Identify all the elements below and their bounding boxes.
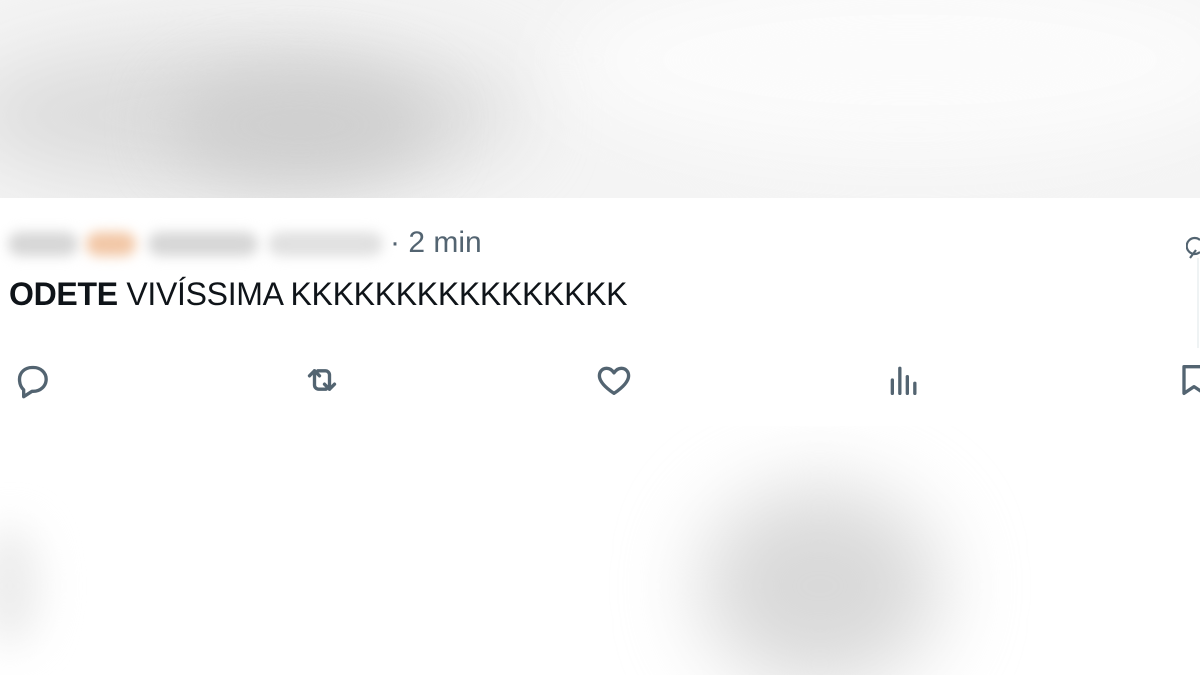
- analytics-icon[interactable]: [882, 358, 926, 402]
- retweet-icon[interactable]: [300, 358, 344, 402]
- tweet-card[interactable]: · 2 min ODETE VIVÍSSIMA KKKKKKKKKKKKKKKK: [0, 198, 1200, 426]
- bookmark-icon[interactable]: [1172, 358, 1200, 402]
- screenshot: · 2 min ODETE VIVÍSSIMA KKKKKKKKKKKKKKKK: [0, 0, 1200, 675]
- heart-icon[interactable]: [592, 358, 636, 402]
- blurred-previous-content: [0, 0, 1200, 198]
- tweet-timestamp[interactable]: · 2 min: [390, 226, 482, 260]
- tweet-header: · 2 min: [8, 218, 482, 268]
- tweet-text-rest: VIVÍSSIMA KKKKKKKKKKKKKKKK: [117, 276, 628, 312]
- divider: [1197, 258, 1199, 348]
- blurred-author-name[interactable]: [8, 226, 386, 260]
- tweet-actions: [0, 358, 1200, 402]
- tweet-text-bold: ODETE: [9, 276, 118, 312]
- blurred-next-content: [0, 426, 1200, 675]
- tweet-text: ODETE VIVÍSSIMA KKKKKKKKKKKKKKKK: [9, 276, 628, 313]
- reply-icon[interactable]: [10, 358, 54, 402]
